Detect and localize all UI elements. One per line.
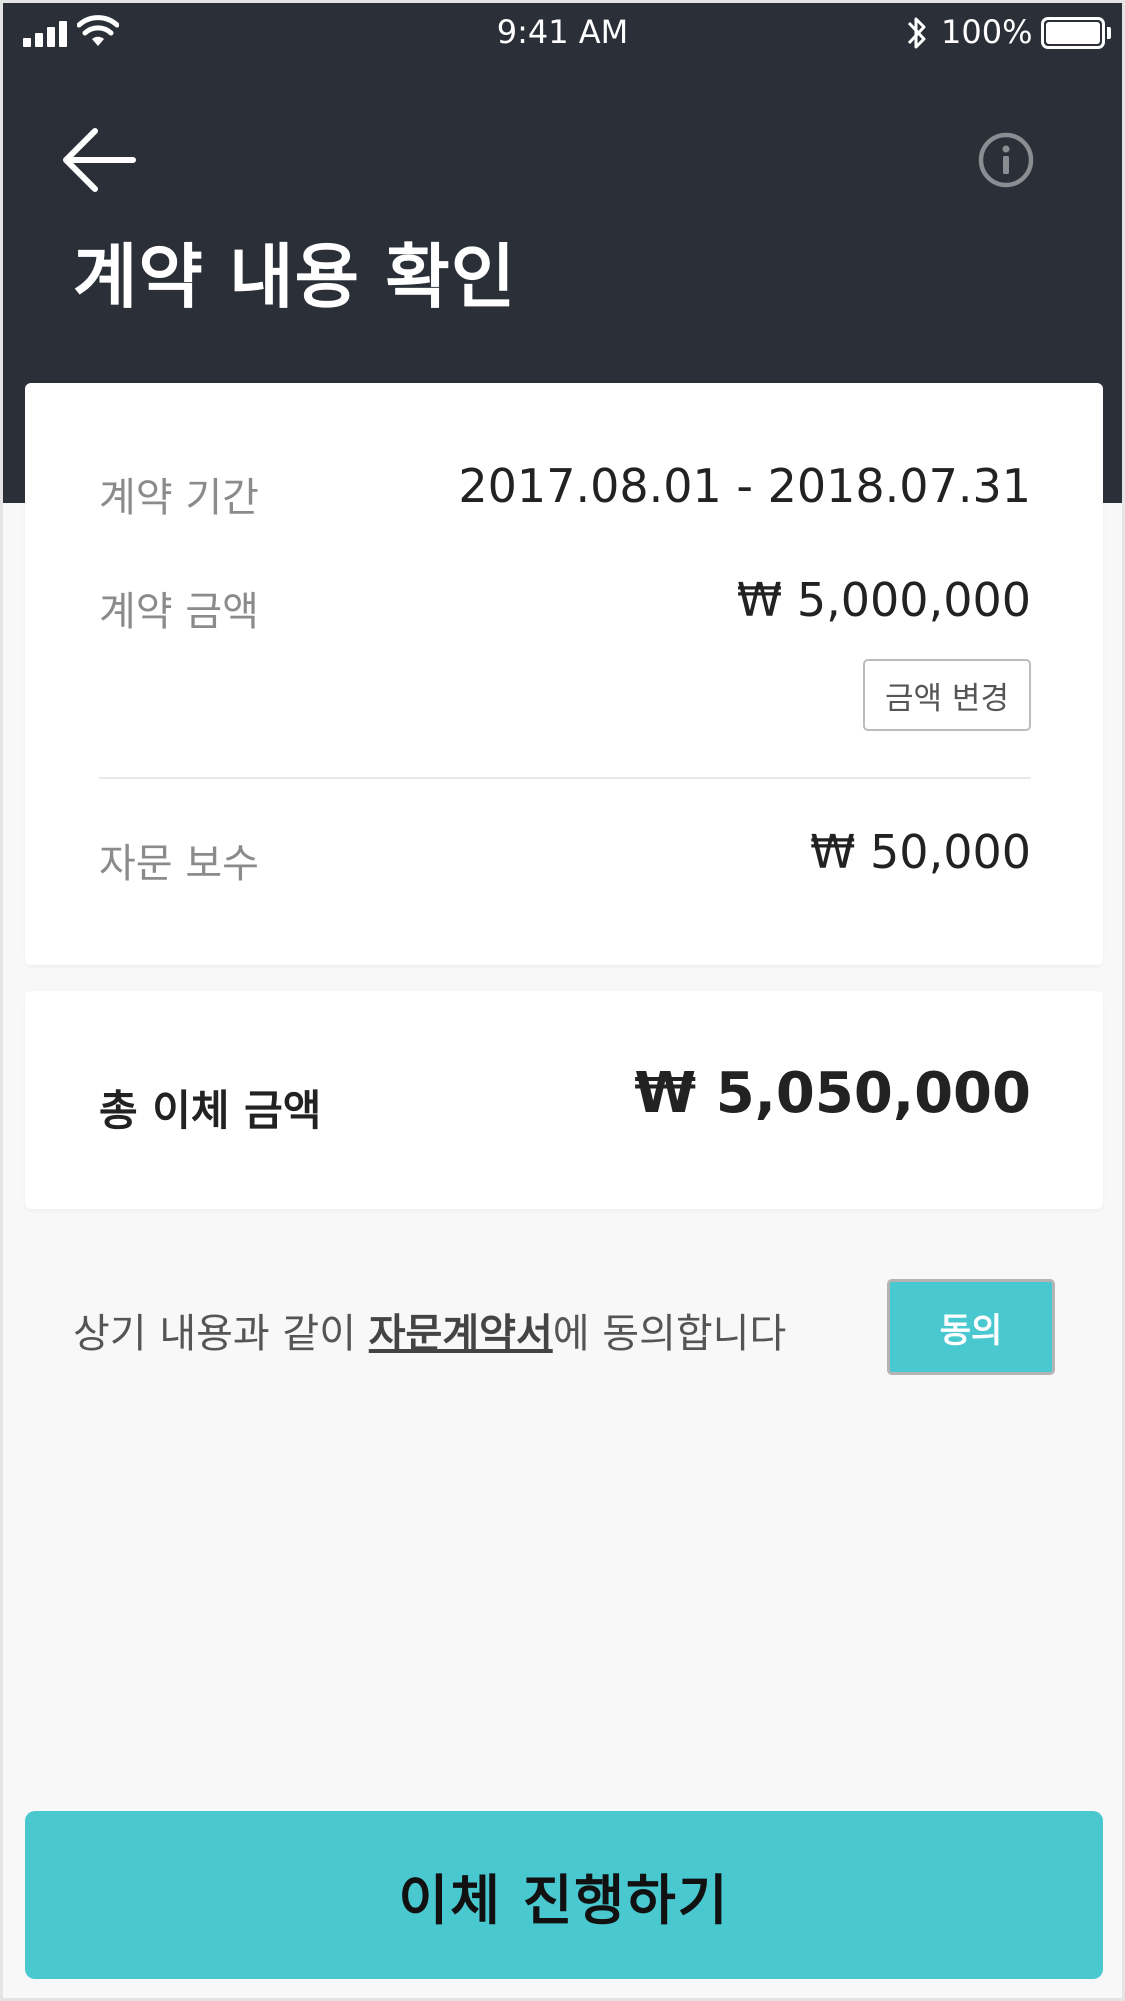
status-bar: 9:41 AM 100% xyxy=(3,3,1122,63)
info-circle-icon xyxy=(978,132,1034,188)
contract-period-label: 계약 기간 xyxy=(99,475,259,521)
agreement-text-before: 상기 내용과 같이 xyxy=(73,1311,369,1357)
total-transfer-card: 총 이체 금액 ₩ 5,050,000 xyxy=(25,991,1103,1209)
change-amount-button[interactable]: 금액 변경 xyxy=(863,659,1031,731)
contract-period-value: 2017.08.01 - 2018.07.31 xyxy=(458,459,1031,513)
total-transfer-label: 총 이체 금액 xyxy=(99,1086,322,1135)
info-button[interactable] xyxy=(977,131,1035,189)
contract-confirm-screen: 9:41 AM 100% 계약 내용 확인 계약 기간 2017.08.01 -… xyxy=(0,0,1125,2001)
agreement-text: 상기 내용과 같이 자문계약서에 동의합니다 xyxy=(73,1301,786,1359)
page-title: 계약 내용 확인 xyxy=(73,236,517,318)
advisory-contract-link[interactable]: 자문계약서 xyxy=(369,1311,553,1357)
battery-icon xyxy=(1041,17,1111,49)
proceed-transfer-button[interactable]: 이체 진행하기 xyxy=(25,1811,1103,1979)
back-button[interactable] xyxy=(61,125,137,195)
total-transfer-value: ₩ 5,050,000 xyxy=(634,1061,1031,1126)
agreement-text-after: 에 동의합니다 xyxy=(552,1311,787,1357)
battery-percent: 100% xyxy=(941,13,1033,51)
advisory-fee-value: ₩ 50,000 xyxy=(809,825,1031,879)
bluetooth-icon xyxy=(907,17,926,49)
contract-amount-label: 계약 금액 xyxy=(99,589,259,635)
divider xyxy=(99,777,1031,779)
arrow-left-icon xyxy=(63,128,136,192)
advisory-fee-label: 자문 보수 xyxy=(99,841,259,887)
contract-details-card: 계약 기간 2017.08.01 - 2018.07.31 계약 금액 ₩ 5,… xyxy=(25,383,1103,965)
agree-button[interactable]: 동의 xyxy=(887,1279,1055,1375)
contract-amount-value: ₩ 5,000,000 xyxy=(736,573,1031,627)
